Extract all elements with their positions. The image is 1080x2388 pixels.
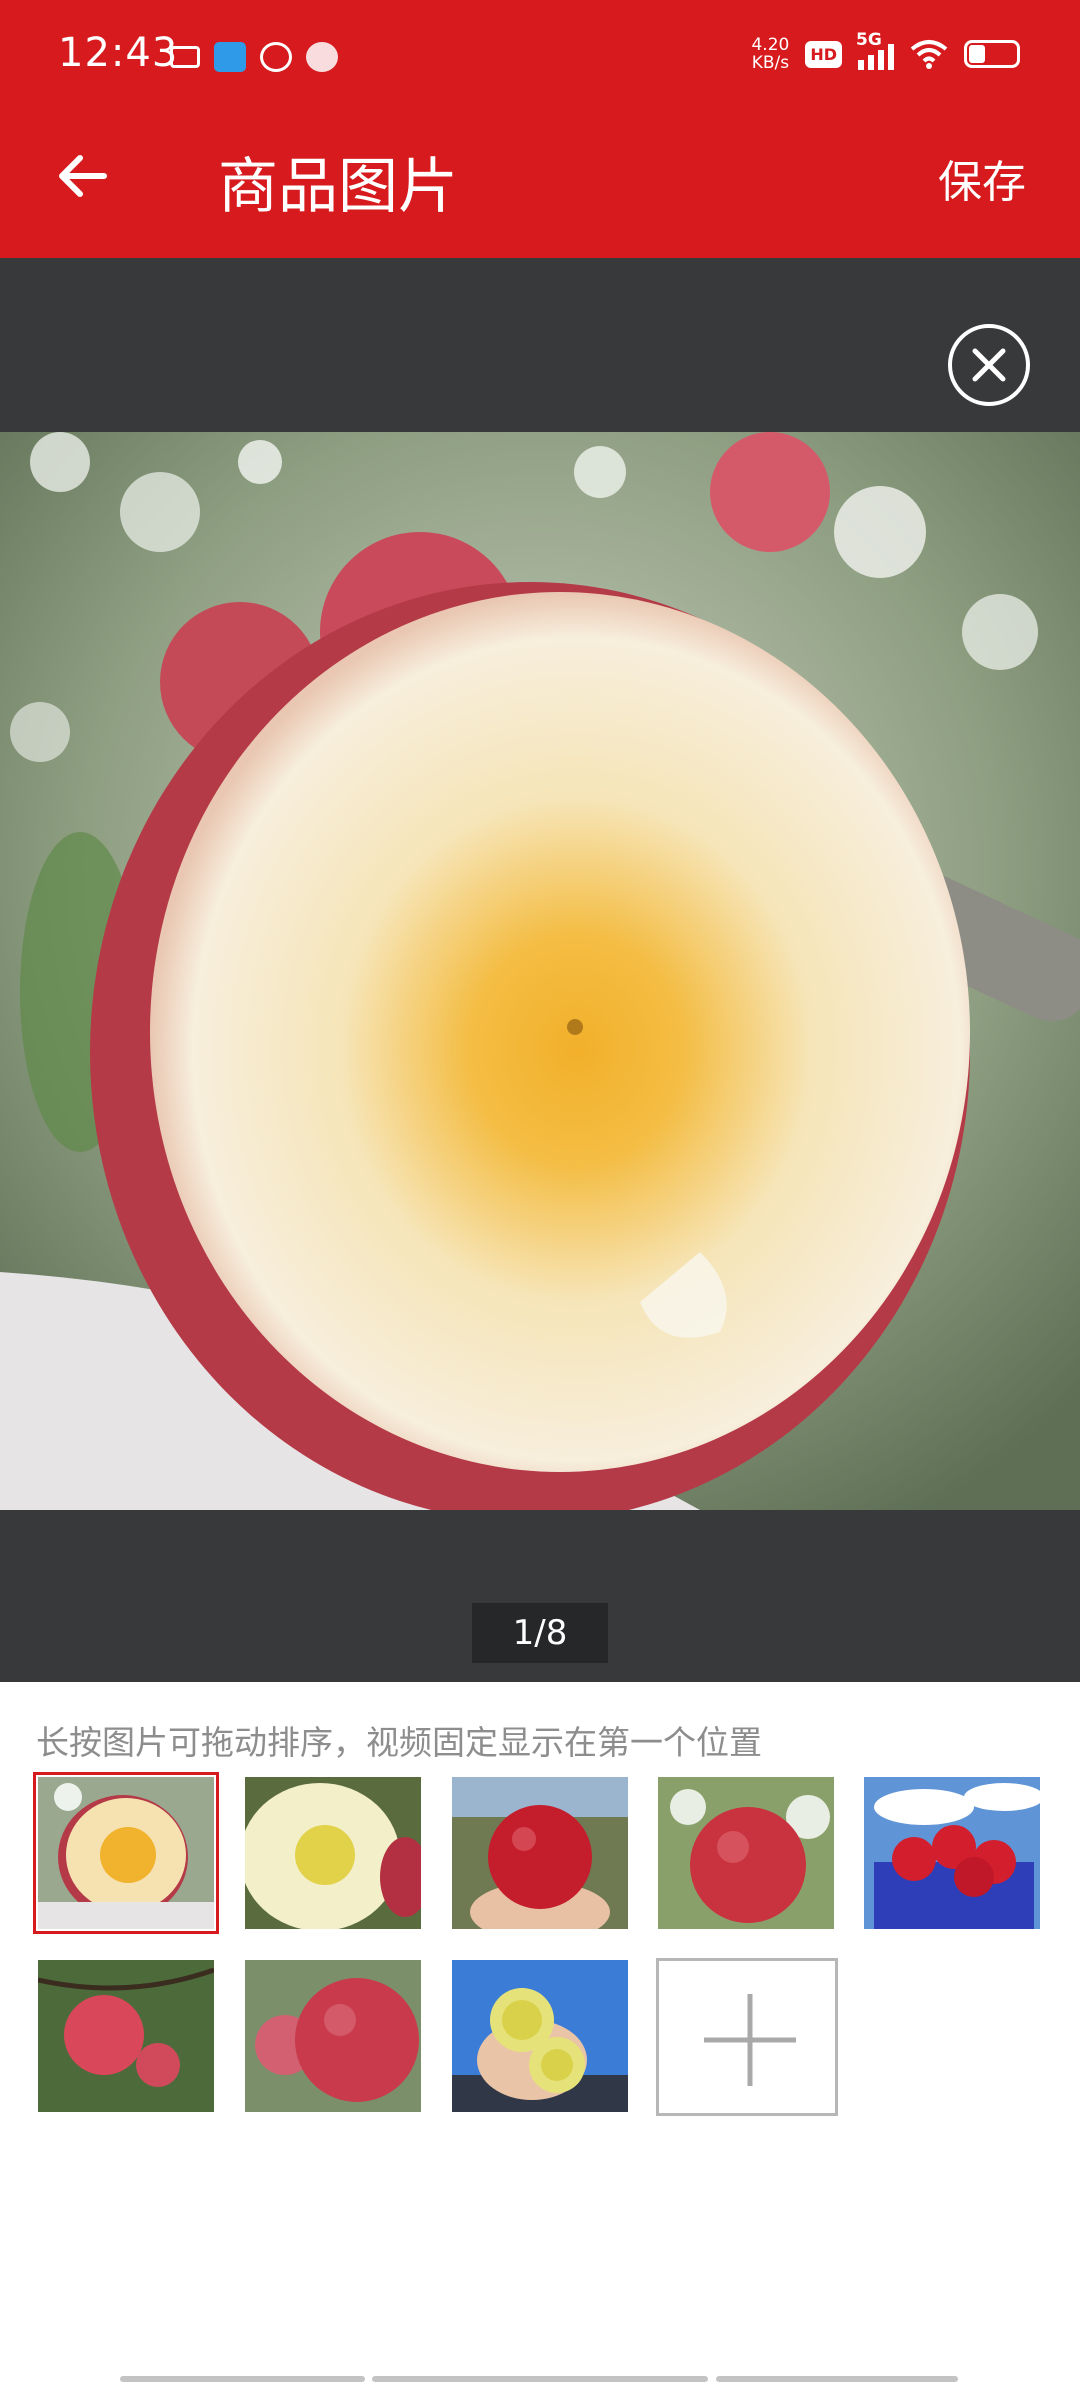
nav-bar-segment-3 bbox=[716, 2376, 958, 2382]
send-icon bbox=[214, 42, 246, 72]
thumbnail-8[interactable] bbox=[452, 1960, 628, 2112]
thumbnail-6[interactable] bbox=[38, 1960, 214, 2112]
thumbnail-3[interactable] bbox=[452, 1777, 628, 1929]
signal-icon: 5G bbox=[856, 30, 894, 70]
header: 商品图片 保存 bbox=[0, 118, 1080, 258]
status-bar: 12:43 4.20 KB/s HD 5G bbox=[0, 0, 1080, 118]
reorder-hint: 长按图片可拖动排序，视频固定显示在第一个位置 bbox=[36, 1723, 762, 1762]
message-icon bbox=[170, 46, 200, 68]
thumbnail-1[interactable] bbox=[33, 1772, 219, 1934]
thumbnail-5[interactable] bbox=[864, 1777, 1040, 1929]
network-type: 5G bbox=[856, 30, 882, 50]
thumbnail-2[interactable] bbox=[245, 1777, 421, 1929]
battery-icon bbox=[964, 40, 1020, 68]
app-badge-icon bbox=[306, 42, 338, 72]
nav-bar-segment-1 bbox=[120, 2376, 365, 2382]
status-right: 4.20 KB/s HD 5G bbox=[751, 30, 1020, 72]
plus-icon bbox=[704, 1994, 796, 2086]
status-time: 12:43 bbox=[58, 30, 179, 76]
close-icon bbox=[972, 348, 1006, 382]
thumbnail-4[interactable] bbox=[658, 1777, 834, 1929]
app-bar: 12:43 4.20 KB/s HD 5G 商品图片 保存 bbox=[0, 0, 1080, 258]
save-button[interactable]: 保存 bbox=[938, 146, 1026, 210]
nav-bar-segment-2 bbox=[372, 2376, 708, 2382]
net-speed: 4.20 KB/s bbox=[751, 36, 789, 72]
hd-badge: HD bbox=[805, 40, 842, 68]
wifi-icon bbox=[910, 40, 948, 69]
close-preview-button[interactable] bbox=[948, 324, 1030, 406]
notification-icons bbox=[170, 42, 338, 72]
image-counter: 1/8 bbox=[472, 1603, 608, 1663]
page-title: 商品图片 bbox=[218, 152, 458, 222]
preview-image-cut-apple[interactable] bbox=[0, 432, 1080, 1510]
app-icon bbox=[260, 42, 292, 72]
back-arrow-icon[interactable] bbox=[52, 146, 112, 206]
add-image-button[interactable] bbox=[656, 1958, 838, 2116]
thumbnail-7[interactable] bbox=[245, 1960, 421, 2112]
net-speed-value: 4.20 bbox=[751, 35, 790, 55]
net-speed-unit: KB/s bbox=[751, 53, 790, 73]
